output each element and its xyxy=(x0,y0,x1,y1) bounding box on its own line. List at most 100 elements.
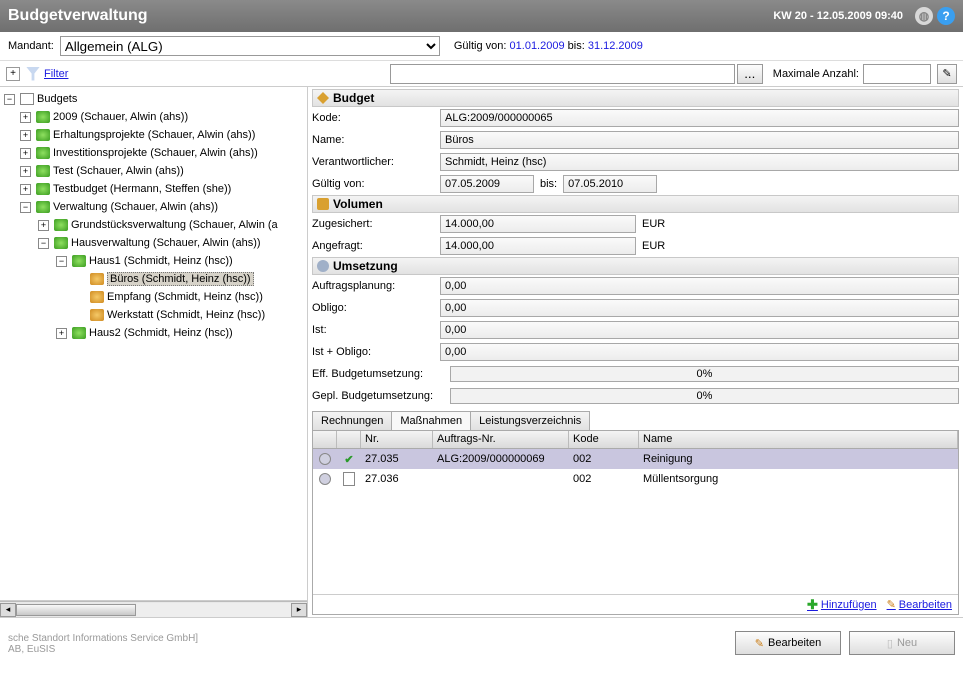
title-bar: Budgetverwaltung KW 20 - 12.05.2009 09:4… xyxy=(0,0,963,32)
validfrom-label: Gültig von: xyxy=(312,178,440,190)
tree-node[interactable]: +Test (Schauer, Alwin (ahs)) xyxy=(0,162,307,180)
istobligo-field: 0,00 xyxy=(440,343,959,361)
tree-node[interactable]: +Erhaltungsprojekte (Schauer, Alwin (ahs… xyxy=(0,126,307,144)
diamond-icon xyxy=(317,92,329,104)
grid-header: Nr. Auftrags-Nr. Kode Name xyxy=(313,431,958,449)
doc-icon: ▯ xyxy=(887,637,893,650)
scroll-thumb[interactable] xyxy=(16,604,136,616)
wand-icon[interactable]: ✎ xyxy=(937,64,957,84)
tree-node[interactable]: −Verwaltung (Schauer, Alwin (ahs)) xyxy=(0,198,307,216)
doc-icon xyxy=(343,472,355,486)
budget-icon xyxy=(36,147,50,159)
col-auftragsnr[interactable]: Auftrags-Nr. xyxy=(433,431,569,448)
grid-body: ✔ 27.035 ALG:2009/000000069 002 Reinigun… xyxy=(313,449,958,594)
tree-node[interactable]: +Haus2 (Schmidt, Heinz (hsc)) xyxy=(0,324,307,342)
budget-icon xyxy=(72,255,86,267)
budget-leaf-icon xyxy=(90,291,104,303)
browse-button[interactable]: ... xyxy=(737,64,763,84)
section-volumen: Volumen xyxy=(312,195,959,213)
mandant-select[interactable]: Allgemein (ALG) xyxy=(60,36,440,56)
eff-progress: 0% xyxy=(450,366,959,382)
tree-root[interactable]: −Budgets xyxy=(0,90,307,108)
col-name[interactable]: Name xyxy=(639,431,958,448)
add-link[interactable]: ✚Hinzufügen xyxy=(807,597,877,613)
budget-icon xyxy=(36,111,50,123)
scroll-left-icon[interactable]: ◂ xyxy=(0,603,16,617)
grid-row[interactable]: 27.036 002 Müllentsorgung xyxy=(313,469,958,489)
help-icon[interactable]: ? xyxy=(937,7,955,25)
name-field: Büros xyxy=(440,131,959,149)
tree-node[interactable]: +Grundstücksverwaltung (Schauer, Alwin (… xyxy=(0,216,307,234)
gear-icon xyxy=(319,453,331,465)
col-kode[interactable]: Kode xyxy=(569,431,639,448)
check-icon: ✔ xyxy=(344,453,353,466)
angefragt-field: 14.000,00 xyxy=(440,237,636,255)
edit-button[interactable]: ✎Bearbeiten xyxy=(735,631,841,655)
valid-range: Gültig von: 01.01.2009 bis: 31.12.2009 xyxy=(454,40,643,52)
tree-hscroll[interactable]: ◂ ▸ xyxy=(0,601,307,617)
name-label: Name: xyxy=(312,134,440,146)
tab-rechnungen[interactable]: Rechnungen xyxy=(312,411,392,430)
auftragsplanung-field: 0,00 xyxy=(440,277,959,295)
filter-link[interactable]: Filter xyxy=(44,68,68,80)
footer-line1: sche Standort Informations Service GmbH] xyxy=(8,633,198,644)
ist-field: 0,00 xyxy=(440,321,959,339)
mandant-label: Mandant: xyxy=(8,40,54,52)
budget-tree[interactable]: −Budgets +2009 (Schauer, Alwin (ahs)) +E… xyxy=(0,87,307,601)
tree-node[interactable]: +Investitionsprojekte (Schauer, Alwin (a… xyxy=(0,144,307,162)
grid-footer: ✚Hinzufügen ✎Bearbeiten xyxy=(313,594,958,614)
budget-icon xyxy=(36,129,50,141)
massnahmen-grid: Nr. Auftrags-Nr. Kode Name ✔ 27.035 ALG:… xyxy=(312,430,959,615)
app-title: Budgetverwaltung xyxy=(8,7,148,25)
angefragt-label: Angefragt: xyxy=(312,240,440,252)
edit-link[interactable]: ✎Bearbeiten xyxy=(887,598,952,611)
tab-leistungsverzeichnis[interactable]: Leistungsverzeichnis xyxy=(470,411,590,430)
status-bar: sche Standort Informations Service GmbH]… xyxy=(0,617,963,659)
header-date: KW 20 - 12.05.2009 09:40 xyxy=(773,10,903,22)
tree-node[interactable]: +Testbudget (Hermann, Steffen (she)) xyxy=(0,180,307,198)
mandant-row: Mandant: Allgemein (ALG) Gültig von: 01.… xyxy=(0,32,963,61)
tree-node-selected[interactable]: Büros (Schmidt, Heinz (hsc)) xyxy=(0,270,307,288)
globe-icon[interactable]: ◍ xyxy=(915,7,933,25)
tree-node[interactable]: −Haus1 (Schmidt, Heinz (hsc)) xyxy=(0,252,307,270)
tree-node[interactable]: Werkstatt (Schmidt, Heinz (hsc)) xyxy=(0,306,307,324)
zugesichert-field: 14.000,00 xyxy=(440,215,636,233)
tree-node[interactable]: −Hausverwaltung (Schauer, Alwin (ahs)) xyxy=(0,234,307,252)
expand-icon[interactable]: + xyxy=(6,67,20,81)
validto-label: bis: xyxy=(540,178,557,190)
grid-row[interactable]: ✔ 27.035 ALG:2009/000000069 002 Reinigun… xyxy=(313,449,958,469)
budget-icon xyxy=(54,219,68,231)
budget-leaf-icon xyxy=(90,309,104,321)
doc-icon xyxy=(20,93,34,105)
filter-icon xyxy=(26,67,40,81)
budget-icon xyxy=(36,165,50,177)
section-umsetzung: Umsetzung xyxy=(312,257,959,275)
tab-bar: Rechnungen Maßnahmen Leistungsverzeichni… xyxy=(312,411,959,430)
tree-panel: −Budgets +2009 (Schauer, Alwin (ahs)) +E… xyxy=(0,87,308,617)
ist-label: Ist: xyxy=(312,324,440,336)
budget-icon xyxy=(36,201,50,213)
pencil-icon: ✎ xyxy=(887,598,896,611)
zugesichert-label: Zugesichert: xyxy=(312,218,440,230)
max-label: Maximale Anzahl: xyxy=(773,68,859,80)
tree-node[interactable]: +2009 (Schauer, Alwin (ahs)) xyxy=(0,108,307,126)
currency-unit: EUR xyxy=(642,218,665,230)
pencil-icon: ✎ xyxy=(755,637,764,650)
col-nr[interactable]: Nr. xyxy=(361,431,433,448)
gepl-progress: 0% xyxy=(450,388,959,404)
kode-field: ALG:2009/000000065 xyxy=(440,109,959,127)
footer-line2: AB, EuSIS xyxy=(8,644,198,655)
new-button[interactable]: ▯Neu xyxy=(849,631,955,655)
gear-icon xyxy=(317,260,329,272)
eff-label: Eff. Budgetumsetzung: xyxy=(312,368,450,380)
tab-massnahmen[interactable]: Maßnahmen xyxy=(391,411,471,430)
max-input[interactable] xyxy=(863,64,931,84)
istobligo-label: Ist + Obligo: xyxy=(312,346,440,358)
tree-node[interactable]: Empfang (Schmidt, Heinz (hsc)) xyxy=(0,288,307,306)
search-input[interactable] xyxy=(390,64,735,84)
obligo-label: Obligo: xyxy=(312,302,440,314)
budget-icon xyxy=(72,327,86,339)
scroll-right-icon[interactable]: ▸ xyxy=(291,603,307,617)
kode-label: Kode: xyxy=(312,112,440,124)
obligo-field: 0,00 xyxy=(440,299,959,317)
